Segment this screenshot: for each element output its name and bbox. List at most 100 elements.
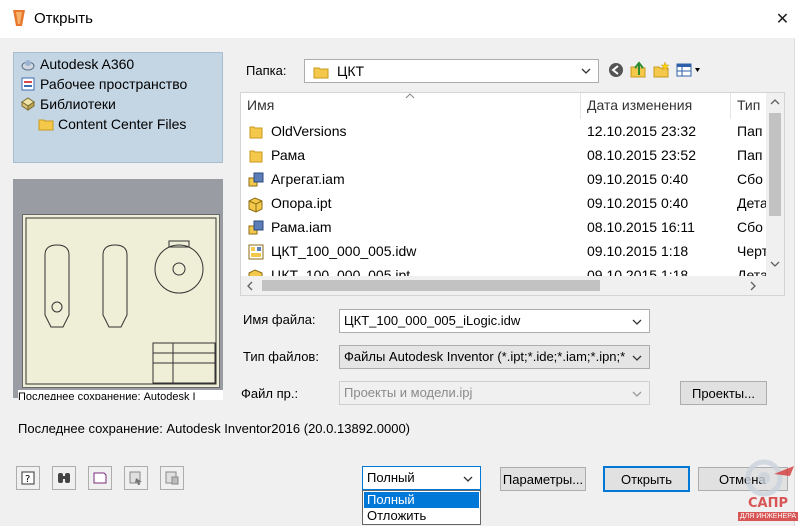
chevron-down-icon[interactable] — [769, 259, 781, 269]
file-type: Пап — [737, 123, 763, 139]
file-name: Рама — [271, 147, 306, 163]
mode-option-full[interactable]: Полный — [364, 492, 479, 508]
column-header-date[interactable]: Дата изменения — [587, 97, 692, 113]
file-row[interactable]: Опора.ipt 09.10.2015 0:40 Дета — [241, 192, 767, 216]
close-button[interactable]: ✕ — [760, 0, 805, 38]
sapr-logo: САПР ДЛЯ ИНЖЕНЕРА — [738, 456, 798, 522]
scroll-corner — [766, 276, 784, 295]
help-button[interactable]: ? — [16, 466, 40, 490]
cloud-a360-icon — [21, 60, 35, 71]
projects-button[interactable]: Проекты... — [680, 381, 767, 405]
file-type: Сбо — [737, 219, 763, 235]
trim-icon — [165, 471, 179, 485]
chevron-left-icon[interactable] — [245, 280, 255, 292]
nav-item-label: Рабочее пространство — [40, 76, 188, 92]
drawing-icon — [248, 244, 264, 260]
help-icon: ? — [21, 471, 35, 485]
nav-item-label: Content Center Files — [58, 116, 187, 132]
open-button[interactable]: Открыть — [603, 466, 690, 492]
column-header-type[interactable]: Тип — [737, 97, 760, 113]
preview-toggle-icon — [93, 472, 107, 484]
nav-item-a360[interactable]: Autodesk A360 — [20, 56, 134, 72]
mode-dropdown[interactable]: Полный — [362, 466, 481, 490]
nav-item-label: Autodesk A360 — [40, 56, 135, 72]
open-options-button[interactable] — [124, 466, 148, 490]
assembly-icon — [248, 172, 264, 187]
column-separator[interactable] — [580, 93, 581, 119]
nav-item-workspace[interactable]: Рабочее пространство — [20, 76, 187, 92]
mode-value: Полный — [367, 470, 415, 485]
new-folder-button[interactable] — [651, 60, 671, 80]
chevron-up-icon[interactable] — [769, 97, 781, 107]
filename-field[interactable]: ЦКТ_100_000_005_iLogic.idw — [339, 309, 650, 333]
file-date: 09.10.2015 0:40 — [587, 171, 689, 187]
file-date: 12.10.2015 23:32 — [587, 123, 696, 139]
filetype-value: Файлы Autodesk Inventor (*.ipt;*.ide;*.i… — [344, 349, 626, 364]
chevron-right-icon[interactable] — [748, 280, 758, 292]
folder-icon — [249, 150, 263, 163]
project-label: Файл пр.: — [241, 386, 299, 401]
drawing-preview-image — [22, 214, 220, 388]
title-bar — [0, 0, 805, 38]
filetype-label: Тип файлов: — [243, 349, 319, 364]
preview-caption: Последнее сохранение: Autodesk I — [18, 390, 223, 400]
chevron-down-icon — [632, 355, 642, 361]
close-icon: ✕ — [775, 11, 790, 28]
up-folder-button[interactable] — [628, 60, 648, 80]
project-dropdown: Проекты и модели.ipj — [339, 381, 650, 405]
nav-item-label: Библиотеки — [40, 96, 116, 112]
assembly-icon — [248, 220, 264, 235]
inventor-app-icon — [10, 8, 28, 28]
file-row[interactable]: OldVersions 12.10.2015 23:32 Пап — [241, 120, 766, 144]
part-icon — [248, 197, 263, 213]
sort-up-icon — [405, 93, 415, 99]
file-row[interactable]: Агрегат.iam 09.10.2015 0:40 Сбо — [241, 168, 766, 192]
file-row[interactable]: Рама.iam 08.10.2015 16:11 Сбо — [241, 216, 766, 240]
window-title: Открыть — [34, 10, 93, 27]
mode-option-defer[interactable]: Отложить — [364, 508, 479, 524]
nav-item-libraries[interactable]: Библиотеки — [20, 96, 116, 112]
horizontal-scroll-thumb[interactable] — [262, 280, 600, 291]
chevron-down-icon[interactable] — [631, 316, 643, 328]
file-name: Рама.iam — [271, 219, 332, 235]
find-button[interactable] — [52, 466, 76, 490]
folder-icon — [249, 126, 263, 139]
column-separator[interactable] — [730, 93, 731, 119]
file-row[interactable]: Рама 08.10.2015 23:52 Пап — [241, 144, 766, 168]
file-date: 09.10.2015 0:40 — [587, 195, 689, 211]
preview-toggle-button[interactable] — [88, 466, 112, 490]
view-menu-icon — [676, 63, 700, 77]
project-value: Проекты и модели.ipj — [344, 385, 473, 400]
navigation-pane[interactable]: Autodesk A360 Рабочее пространство Библи… — [13, 52, 223, 163]
file-name: Опора.ipt — [271, 195, 332, 211]
file-type: Сбо — [737, 171, 763, 187]
view-menu-button[interactable] — [675, 60, 705, 80]
libraries-icon — [21, 97, 35, 111]
file-list[interactable]: Имя Дата изменения Тип OldVersions 12.10… — [240, 92, 785, 296]
file-row[interactable]: ЦКТ_100_000_005.idw 09.10.2015 1:18 Черт — [241, 240, 767, 264]
background-drawing — [0, 526, 805, 532]
folder-icon — [313, 67, 329, 79]
svg-text:?: ? — [25, 474, 30, 485]
file-type: Пап — [737, 147, 763, 163]
mode-options-list[interactable]: Полный Отложить — [362, 490, 481, 525]
chevron-down-icon — [632, 391, 642, 397]
back-button[interactable] — [606, 60, 626, 80]
filetype-dropdown[interactable]: Файлы Autodesk Inventor (*.ipt;*.ide;*.i… — [339, 345, 650, 369]
file-name: OldVersions — [271, 123, 347, 139]
filename-label: Имя файла: — [243, 312, 316, 327]
chevron-down-icon — [463, 476, 473, 482]
chevron-down-icon — [581, 68, 591, 74]
vertical-scroll-thumb[interactable] — [769, 113, 781, 216]
file-type: Дета — [737, 195, 767, 211]
parameters-button[interactable]: Параметры... — [500, 467, 586, 491]
file-name: ЦКТ_100_000_005.idw — [271, 243, 417, 259]
trim-button[interactable] — [160, 466, 184, 490]
folder-dropdown[interactable]: ЦКТ — [304, 59, 599, 83]
up-folder-icon — [630, 61, 646, 78]
logo-subtext: ДЛЯ ИНЖЕНЕРА — [738, 512, 798, 521]
back-icon — [609, 63, 623, 77]
folder-icon — [38, 119, 54, 131]
column-header-name[interactable]: Имя — [247, 97, 274, 113]
nav-item-content-center[interactable]: Content Center Files — [38, 116, 186, 132]
